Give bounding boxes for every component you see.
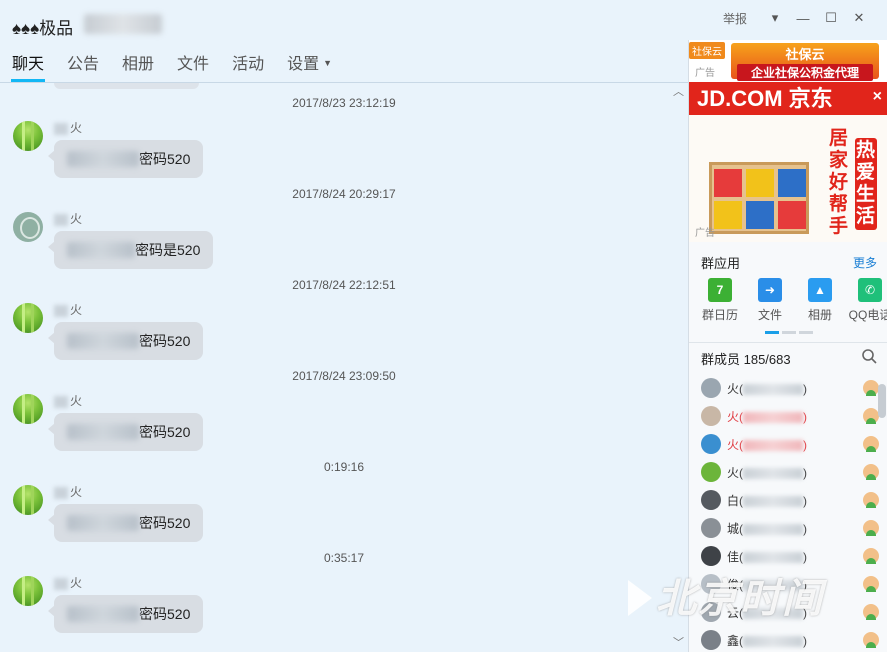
menu-chevron-icon[interactable]: ▾ bbox=[761, 8, 789, 28]
window-controls: 举报 ▾ — ☐ ✕ bbox=[723, 8, 873, 28]
settings-caret-icon: ▼ bbox=[323, 58, 333, 68]
watermark: 北京时间 bbox=[628, 566, 824, 624]
avatar[interactable] bbox=[13, 576, 43, 606]
sender-nick: 火 bbox=[54, 483, 82, 500]
tab-files[interactable]: 文件 bbox=[177, 50, 209, 82]
report-link[interactable]: 举报 bbox=[723, 10, 747, 27]
scroll-down-icon[interactable]: ﹀ bbox=[673, 634, 684, 650]
message-bubble[interactable]: 密码520 bbox=[47, 595, 204, 633]
play-icon bbox=[628, 580, 652, 616]
avatar bbox=[701, 434, 721, 454]
avatar bbox=[701, 378, 721, 398]
sender-nick: 火 bbox=[54, 574, 82, 591]
member-status-icon bbox=[863, 436, 879, 452]
title-redacted bbox=[84, 14, 162, 34]
group-apps-more-link[interactable]: 更多 bbox=[853, 254, 877, 271]
message-bubble[interactable]: 密码520 bbox=[47, 504, 204, 542]
ad-banner-shebaoyun[interactable]: 社保云 广告 社保云 企业社保公积金代理 bbox=[689, 40, 887, 82]
member-status-icon bbox=[863, 492, 879, 508]
avatar[interactable] bbox=[13, 212, 43, 242]
member-status-icon bbox=[863, 632, 879, 648]
app-qq-phone[interactable]: ✆ QQ电话 bbox=[845, 278, 887, 323]
sender-nick: 火 bbox=[54, 119, 82, 136]
sender-nick: 火 bbox=[54, 301, 82, 318]
message-timestamp: 2017/8/24 23:09:50 bbox=[292, 369, 396, 383]
member-item[interactable]: 火() bbox=[701, 458, 881, 486]
member-item[interactable]: 火() bbox=[701, 374, 881, 402]
app-calendar[interactable]: 7 群日历 bbox=[695, 278, 745, 323]
member-status-icon bbox=[863, 604, 879, 620]
jd-slogan-1: 居家好帮手 bbox=[829, 128, 849, 237]
ad-brand: 社保云 bbox=[689, 42, 725, 59]
group-tabs: 聊天 公告 相册 文件 活动 设置 ▼ bbox=[10, 50, 355, 82]
tab-activities[interactable]: 活动 bbox=[232, 50, 264, 82]
member-item[interactable]: 城() bbox=[701, 514, 881, 542]
chat-history[interactable]: ︿ 2017/8/23 23:12:19 火 密码520 2017/8/24 2… bbox=[0, 83, 688, 652]
sender-nick: 火 bbox=[54, 392, 82, 409]
search-icon[interactable] bbox=[861, 348, 877, 364]
right-sidebar: 社保云 广告 社保云 企业社保公积金代理 JD.COM 京东 × 居家好帮手 热… bbox=[688, 40, 887, 652]
ad-banner-jd[interactable]: JD.COM 京东 × 居家好帮手 热爱生活 广告 bbox=[689, 82, 887, 242]
group-apps: 7 群日历 ➜ 文件 ▲ 相册 ✆ QQ电话 bbox=[695, 278, 887, 323]
app-album[interactable]: ▲ 相册 bbox=[795, 278, 845, 323]
tab-album[interactable]: 相册 bbox=[122, 50, 154, 82]
member-status-icon bbox=[863, 408, 879, 424]
avatar[interactable] bbox=[13, 485, 43, 515]
folder-icon: ➜ bbox=[758, 278, 782, 302]
group-apps-title: 群应用 bbox=[701, 256, 741, 271]
minimize-icon[interactable]: — bbox=[789, 8, 817, 28]
avatar[interactable] bbox=[13, 121, 43, 151]
ad-close-icon[interactable]: × bbox=[873, 88, 882, 106]
message-bubble[interactable]: 密码520 bbox=[47, 413, 204, 451]
tab-announcement[interactable]: 公告 bbox=[67, 50, 99, 82]
ad-box: 社保云 企业社保公积金代理 bbox=[731, 43, 879, 81]
avatar bbox=[701, 490, 721, 510]
avatar bbox=[701, 406, 721, 426]
message-timestamp: 2017/8/23 23:12:19 bbox=[292, 96, 396, 110]
shelf-image bbox=[709, 162, 809, 234]
avatar bbox=[701, 630, 721, 650]
member-status-icon bbox=[863, 464, 879, 480]
member-item[interactable]: 火() bbox=[701, 402, 881, 430]
group-title: ♠♠♠极品 bbox=[12, 19, 74, 38]
tab-settings[interactable]: 设置 ▼ bbox=[287, 50, 332, 82]
jd-logo: JD.COM 京东 bbox=[689, 82, 887, 115]
message-timestamp: 2017/8/24 22:12:51 bbox=[292, 278, 396, 292]
maximize-icon[interactable]: ☐ bbox=[817, 8, 845, 28]
avatar bbox=[701, 546, 721, 566]
apps-pager[interactable] bbox=[765, 331, 813, 334]
member-item[interactable]: 鑫() bbox=[701, 626, 881, 652]
close-icon[interactable]: ✕ bbox=[845, 8, 873, 28]
divider bbox=[689, 342, 887, 343]
member-list-scrollbar[interactable] bbox=[878, 384, 886, 418]
member-item[interactable]: 火() bbox=[701, 430, 881, 458]
avatar[interactable] bbox=[13, 303, 43, 333]
member-status-icon bbox=[863, 576, 879, 592]
message-bubble[interactable]: 密码520 bbox=[47, 140, 204, 178]
member-status-icon bbox=[863, 380, 879, 396]
member-status-icon bbox=[863, 520, 879, 536]
app-files[interactable]: ➜ 文件 bbox=[745, 278, 795, 323]
photo-icon: ▲ bbox=[808, 278, 832, 302]
ad-label: 广告 bbox=[695, 68, 715, 79]
message-bubble[interactable]: 密码520 bbox=[47, 322, 204, 360]
message-timestamp: 2017/8/24 20:29:17 bbox=[292, 187, 396, 201]
tab-chat[interactable]: 聊天 bbox=[10, 50, 46, 82]
sender-nick: 火 bbox=[54, 210, 82, 227]
title-bar: ♠♠♠极品 举报 ▾ — ☐ ✕ bbox=[0, 0, 887, 44]
avatar bbox=[701, 462, 721, 482]
previous-message-bubble bbox=[54, 83, 199, 89]
phone-icon: ✆ bbox=[858, 278, 882, 302]
members-title: 群成员 185/683 bbox=[701, 352, 791, 367]
message-timestamp: 0:35:17 bbox=[323, 551, 365, 565]
avatar[interactable] bbox=[13, 394, 43, 424]
jd-slogan-2: 热爱生活 bbox=[855, 138, 877, 230]
avatar bbox=[701, 518, 721, 538]
message-bubble[interactable]: 密码是520 bbox=[47, 231, 214, 269]
message-timestamp: 0:19:16 bbox=[323, 460, 365, 474]
member-status-icon bbox=[863, 548, 879, 564]
calendar-icon: 7 bbox=[708, 278, 732, 302]
ad-label: 广告 bbox=[695, 228, 715, 239]
member-item[interactable]: 白() bbox=[701, 486, 881, 514]
